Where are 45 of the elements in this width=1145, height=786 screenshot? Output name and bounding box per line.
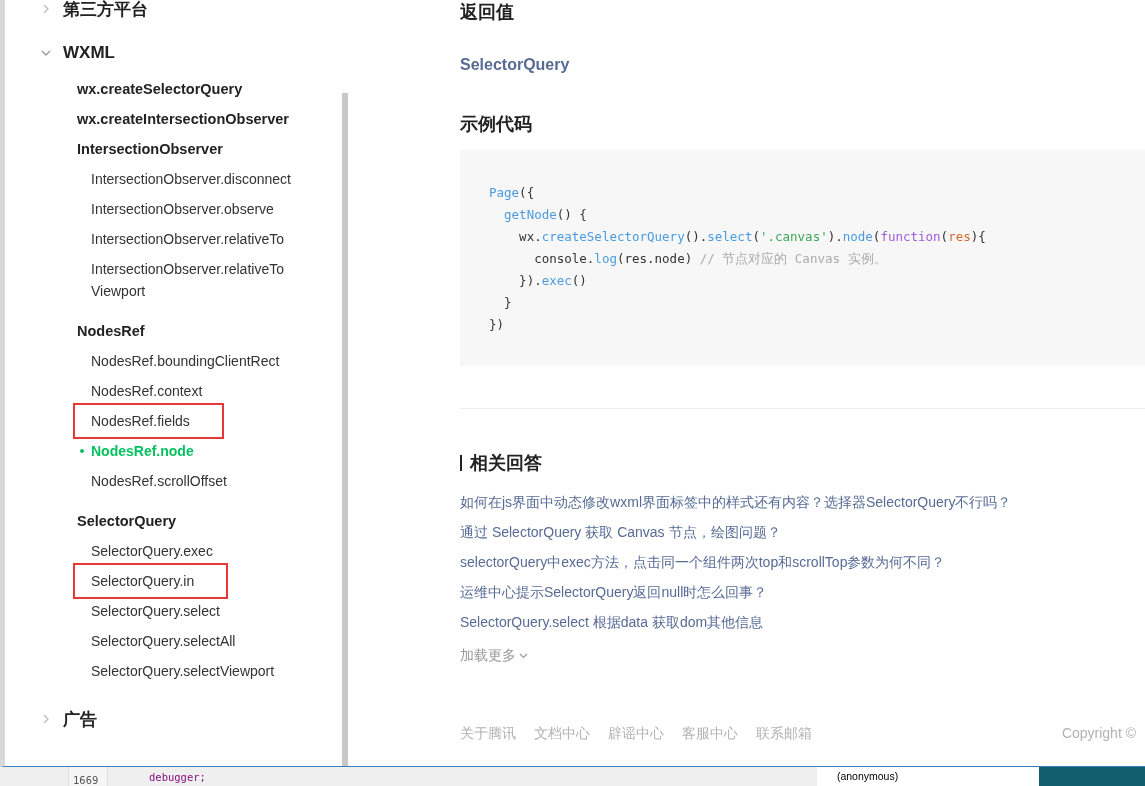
- sidebar-item[interactable]: SelectorQuery: [77, 506, 177, 536]
- section-heading: 返回值: [460, 1, 514, 24]
- sidebar-item[interactable]: NodesRef.scrollOffset: [91, 466, 227, 496]
- answer-link[interactable]: 运维中心提示SelectorQuery返回null时怎么回事？: [460, 582, 768, 602]
- code-line: getNode() {: [503, 206, 588, 224]
- sidebar-item[interactable]: SelectorQuery.select: [91, 596, 220, 626]
- sidebar-section[interactable]: 第三方平台: [63, 0, 148, 21]
- sidebar-item[interactable]: IntersectionObserver.disconnect: [91, 164, 291, 194]
- sidebar-item[interactable]: SelectorQuery.selectViewport: [91, 656, 275, 686]
- sidebar-item[interactable]: IntersectionObserver.observe: [91, 194, 274, 224]
- code-line: }): [489, 316, 506, 334]
- sidebar-section[interactable]: 广告: [63, 707, 97, 731]
- type-link[interactable]: SelectorQuery: [460, 56, 570, 74]
- answer-link[interactable]: 如何在js界面中动态修改wxml界面标签中的样式还有内容？选择器SelectorQuery不行吗？: [460, 492, 1012, 512]
- sidebar-item[interactable]: wx.createIntersectionObserver: [77, 104, 289, 134]
- sidebar-item[interactable]: NodesRef.context: [91, 376, 203, 406]
- sidebar-item[interactable]: SelectorQuery.exec: [91, 536, 213, 566]
- answer-link[interactable]: selectorQuery中exec方法，点击同一个组件两次top和scrollTop参数为何不同？: [460, 552, 946, 572]
- answer-link[interactable]: 通过 SelectorQuery 获取 Canvas 节点，绘图问题？: [460, 522, 781, 542]
- code-line: }: [503, 294, 513, 312]
- sidebar-item[interactable]: SelectorQuery.in: [75, 565, 227, 597]
- bullet-icon: [80, 449, 84, 453]
- chevron-down-icon[interactable]: [519, 653, 528, 659]
- sidebar-item[interactable]: NodesRef.boundingClientRect: [91, 346, 280, 376]
- code-line: Page({: [489, 184, 536, 202]
- code-line: }).exec(): [518, 272, 588, 290]
- line-number: 1669: [73, 774, 99, 786]
- sidebar-item[interactable]: SelectorQuery.selectAll: [91, 626, 236, 656]
- call-stack-item: (anonymous): [836, 771, 899, 782]
- code-line: console.log(res.node) // 节点对应的 Canvas 实例。: [533, 250, 888, 268]
- sidebar-item[interactable]: IntersectionObserver.relativeTo: [91, 224, 284, 254]
- sidebar-item[interactable]: IntersectionObserver.relativeToViewport: [91, 254, 293, 306]
- section-heading: 示例代码: [460, 113, 532, 136]
- copyright-text: Copyright ©: [1061, 725, 1136, 743]
- code-line: debugger;: [149, 770, 206, 783]
- sidebar-item[interactable]: IntersectionObserver: [77, 134, 223, 164]
- code-line: wx.createSelectorQuery().select('.canvas').node(function(res){: [518, 228, 987, 246]
- sidebar-item[interactable]: NodesRef.fields: [75, 405, 222, 437]
- sidebar-item[interactable]: wx.createSelectorQuery: [77, 74, 243, 104]
- sidebar-section[interactable]: WXML: [63, 43, 115, 63]
- sidebar-item[interactable]: NodesRef: [77, 316, 145, 346]
- scrollbar[interactable]: [342, 93, 348, 766]
- section-heading: 相关回答: [470, 452, 542, 475]
- answer-link[interactable]: SelectorQuery.select 根据data 获取dom其他信息: [460, 612, 764, 632]
- chevron-down-icon[interactable]: [40, 50, 52, 56]
